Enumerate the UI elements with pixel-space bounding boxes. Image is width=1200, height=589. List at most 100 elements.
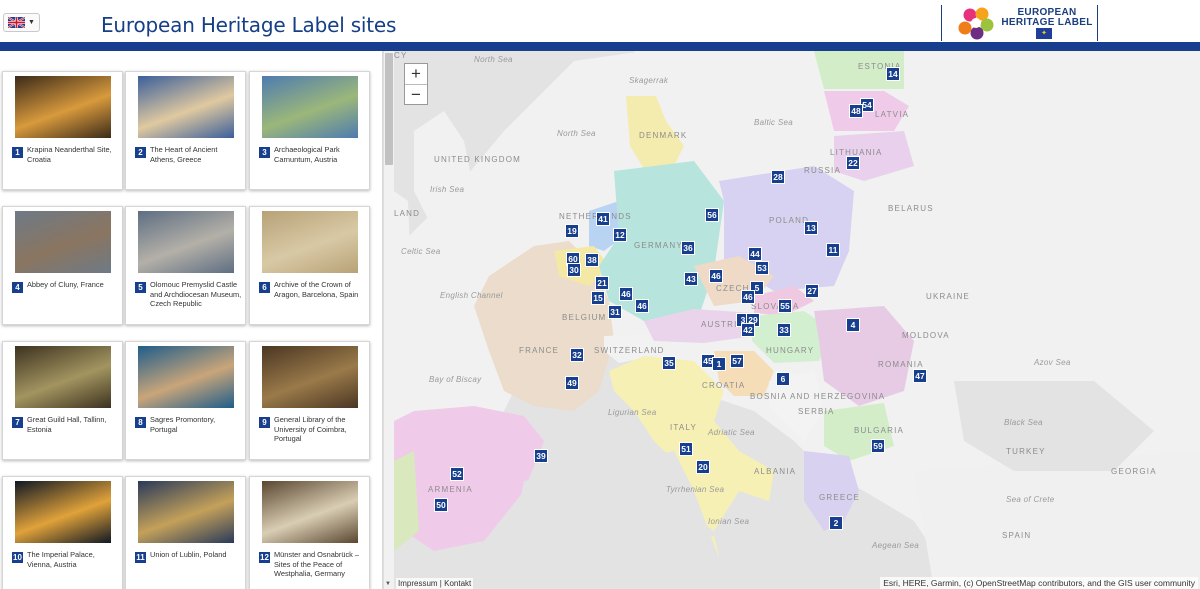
- site-marker[interactable]: 46: [709, 269, 723, 283]
- site-caption[interactable]: Sagres Promontory, Portugal: [150, 415, 242, 434]
- site-card[interactable]: 4 Abbey of Cluny, France: [2, 206, 123, 325]
- site-marker[interactable]: 21: [595, 276, 609, 290]
- site-marker[interactable]: 27: [805, 284, 819, 298]
- site-marker[interactable]: 41: [596, 212, 610, 226]
- palace-photo[interactable]: [15, 481, 111, 543]
- site-card[interactable]: 9 General Library of the University of Co…: [249, 341, 370, 460]
- site-marker[interactable]: 39: [534, 449, 548, 463]
- site-card[interactable]: 3 Archaeological Park Carnuntum, Austria: [249, 71, 370, 190]
- scroll-down-arrow-icon[interactable]: ▼: [385, 581, 391, 587]
- site-card[interactable]: 1 Krapina Neanderthal Site, Croatia: [2, 71, 123, 190]
- site-marker[interactable]: 32: [570, 348, 584, 362]
- site-number-badge: 2: [135, 147, 146, 158]
- site-card[interactable]: 2 The Heart of Ancient Athens, Greece: [125, 71, 246, 190]
- site-caption[interactable]: General Library of the University of Coi…: [274, 415, 366, 444]
- document-photo[interactable]: [262, 211, 358, 273]
- site-marker[interactable]: 13: [804, 221, 818, 235]
- site-marker[interactable]: 59: [871, 439, 885, 453]
- site-marker[interactable]: 52: [450, 467, 464, 481]
- treaty-photo[interactable]: [262, 481, 358, 543]
- site-marker[interactable]: 51: [679, 442, 693, 456]
- site-card[interactable]: 5 Olomouc Premyslid Castle and Archdioces…: [125, 206, 246, 325]
- site-marker[interactable]: 20: [696, 460, 710, 474]
- site-card[interactable]: 6 Archive of the Crown of Aragon, Barcelo…: [249, 206, 370, 325]
- site-number-badge: 7: [12, 417, 23, 428]
- site-marker[interactable]: 53: [755, 261, 769, 275]
- abbey-photo[interactable]: [15, 211, 111, 273]
- card-row: 10 The Imperial Palace, Vienna, Austria 11…: [0, 476, 382, 589]
- site-marker[interactable]: 12: [613, 228, 627, 242]
- site-caption[interactable]: The Imperial Palace, Vienna, Austria: [27, 550, 119, 569]
- list-scrollbar[interactable]: ▼: [383, 51, 394, 589]
- site-marker[interactable]: 46: [741, 290, 755, 304]
- site-marker[interactable]: 57: [730, 354, 744, 368]
- site-caption[interactable]: Abbey of Cluny, France: [27, 280, 119, 290]
- temple-photo[interactable]: [138, 76, 234, 138]
- site-marker[interactable]: 46: [619, 287, 633, 301]
- site-caption[interactable]: Krapina Neanderthal Site, Croatia: [27, 145, 119, 164]
- ehl-logo[interactable]: EUROPEAN HERITAGE LABEL ✦: [941, 5, 1098, 41]
- country-label: GERMANY: [634, 241, 683, 250]
- site-marker[interactable]: 4: [846, 318, 860, 332]
- site-marker[interactable]: 47: [913, 369, 927, 383]
- scrollbar-thumb[interactable]: [385, 53, 393, 165]
- cave-photo[interactable]: [15, 76, 111, 138]
- site-caption[interactable]: Münster and Osnabrück – Sites of the Pea…: [274, 550, 366, 579]
- site-marker[interactable]: 19: [565, 224, 579, 238]
- site-caption[interactable]: Union of Lublin, Poland: [150, 550, 242, 560]
- page-title: European Heritage Label sites: [101, 13, 397, 37]
- site-marker[interactable]: 42: [741, 323, 755, 337]
- villa-photo[interactable]: [262, 76, 358, 138]
- site-marker[interactable]: 35: [662, 356, 676, 370]
- site-marker[interactable]: 1: [712, 357, 726, 371]
- site-marker[interactable]: 15: [591, 291, 605, 305]
- site-marker[interactable]: 55: [778, 299, 792, 313]
- site-caption[interactable]: Great Guild Hall, Tallinn, Estonia: [27, 415, 119, 434]
- hall-photo[interactable]: [15, 346, 111, 408]
- coast-photo[interactable]: [138, 346, 234, 408]
- site-card[interactable]: 7 Great Guild Hall, Tallinn, Estonia: [2, 341, 123, 460]
- zoom-out-button[interactable]: −: [405, 84, 427, 104]
- site-card[interactable]: 8 Sagres Promontory, Portugal: [125, 341, 246, 460]
- impressum-link[interactable]: Impressum: [398, 579, 438, 588]
- site-marker[interactable]: 11: [826, 243, 840, 257]
- map-view[interactable]: North Sea Skagerrak DENMARK North Sea UNITED…: [394, 51, 1200, 589]
- site-caption[interactable]: Archive of the Crown of Aragon, Barcelon…: [274, 280, 366, 299]
- ceiling-photo[interactable]: [138, 481, 234, 543]
- chevron-down-icon: ▼: [28, 19, 35, 26]
- site-marker[interactable]: 46: [635, 299, 649, 313]
- country-label: ROMANIA: [878, 360, 924, 369]
- site-marker[interactable]: 50: [434, 498, 448, 512]
- country-label: ALBANIA: [754, 467, 797, 476]
- site-cards: 1 Krapina Neanderthal Site, Croatia 2 The H…: [0, 71, 382, 589]
- site-marker[interactable]: 38: [585, 253, 599, 267]
- country-label: ARMENIA: [428, 485, 473, 494]
- site-marker[interactable]: 28: [771, 170, 785, 184]
- site-marker[interactable]: 44: [748, 247, 762, 261]
- site-card[interactable]: 11 Union of Lublin, Poland: [125, 476, 246, 589]
- site-caption[interactable]: Archaeological Park Carnuntum, Austria: [274, 145, 366, 164]
- castle-photo[interactable]: [138, 211, 234, 273]
- sea-label: Skagerrak: [629, 76, 669, 85]
- kontakt-link[interactable]: Kontakt: [444, 579, 471, 588]
- zoom-in-button[interactable]: +: [405, 64, 427, 84]
- site-marker[interactable]: 2: [829, 516, 843, 530]
- site-marker[interactable]: 36: [681, 241, 695, 255]
- site-marker[interactable]: 43: [684, 272, 698, 286]
- site-caption[interactable]: The Heart of Ancient Athens, Greece: [150, 145, 242, 164]
- site-marker[interactable]: 22: [846, 156, 860, 170]
- site-marker[interactable]: 31: [608, 305, 622, 319]
- site-marker[interactable]: 6: [776, 372, 790, 386]
- site-card[interactable]: 12 Münster and Osnabrück – Sites of the P…: [249, 476, 370, 589]
- site-marker[interactable]: 48: [849, 104, 863, 118]
- site-number-badge: 3: [259, 147, 270, 158]
- site-marker[interactable]: 33: [777, 323, 791, 337]
- site-marker[interactable]: 56: [705, 208, 719, 222]
- site-card[interactable]: 10 The Imperial Palace, Vienna, Austria: [2, 476, 123, 589]
- site-marker[interactable]: 30: [567, 263, 581, 277]
- site-marker[interactable]: 49: [565, 376, 579, 390]
- site-marker[interactable]: 14: [886, 67, 900, 81]
- site-caption[interactable]: Olomouc Premyslid Castle and Archdiocesa…: [150, 280, 242, 309]
- language-selector[interactable]: ▼: [3, 13, 40, 32]
- library-photo[interactable]: [262, 346, 358, 408]
